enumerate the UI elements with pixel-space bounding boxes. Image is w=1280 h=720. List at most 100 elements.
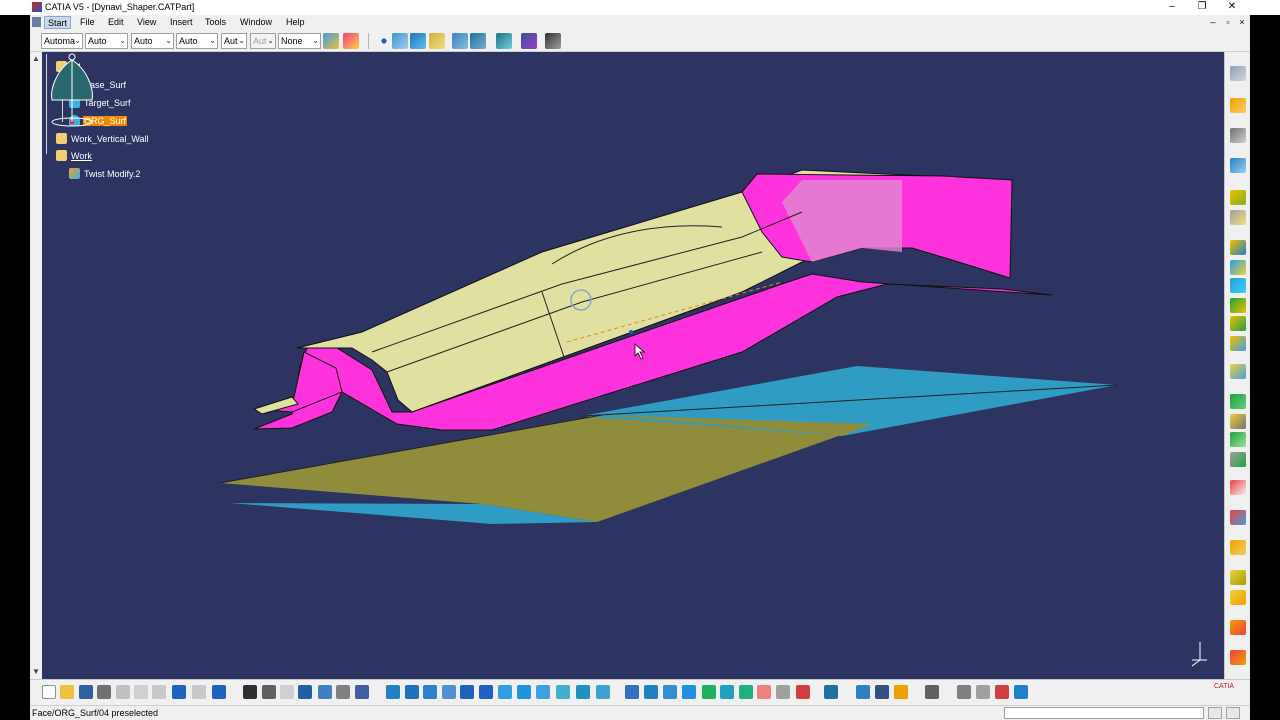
parameters-icon[interactable] <box>875 685 889 699</box>
tools-icon[interactable] <box>545 33 561 49</box>
rendering-style-combo[interactable]: Aut ⌄ <box>250 33 276 49</box>
box-icon[interactable] <box>1230 158 1246 173</box>
untrim-icon[interactable] <box>1230 364 1246 379</box>
surface-tool-icon[interactable] <box>429 33 445 49</box>
draft-analysis-icon[interactable] <box>1230 510 1246 525</box>
fly-mode-icon[interactable] <box>386 685 400 699</box>
zoom-in-icon[interactable] <box>460 685 474 699</box>
connect-checker-icon[interactable] <box>663 685 677 699</box>
reflection-lines-icon[interactable] <box>702 685 716 699</box>
render-icon[interactable] <box>957 685 971 699</box>
normal-view-icon[interactable] <box>498 685 512 699</box>
menu-view[interactable]: View <box>134 16 159 29</box>
translate-icon[interactable] <box>1230 540 1246 555</box>
axis-system-icon[interactable] <box>976 685 990 699</box>
sketch-icon[interactable] <box>1230 66 1246 81</box>
eraser-icon[interactable] <box>1014 685 1028 699</box>
select-icon[interactable] <box>1230 98 1246 113</box>
point-symbol-combo[interactable]: Aut ⌄ <box>221 33 247 49</box>
catalog-icon[interactable] <box>318 685 332 699</box>
menu-tools[interactable]: Tools <box>202 16 229 29</box>
restore-button[interactable]: ❐ <box>1186 0 1218 15</box>
fill-color-combo[interactable]: Automa ⌄ <box>41 33 83 49</box>
3d-scene[interactable] <box>42 52 1224 679</box>
copy-icon[interactable] <box>134 685 148 699</box>
capture-icon[interactable] <box>925 685 939 699</box>
operations-icon[interactable] <box>496 33 512 49</box>
tree-node-twist-modify-2[interactable]: Twist Modify.2 <box>69 167 141 181</box>
shape-icon[interactable] <box>452 33 468 49</box>
knowledge-icon[interactable] <box>521 33 537 49</box>
line-type-combo[interactable]: Auto ⌄ <box>176 33 218 49</box>
tree-node-work[interactable]: Work <box>56 149 93 163</box>
fill-icon[interactable] <box>1230 260 1246 275</box>
fit-all-icon[interactable] <box>405 685 419 699</box>
rule-icon[interactable] <box>355 685 369 699</box>
rotate-icon[interactable] <box>442 685 456 699</box>
tree-scrollbar[interactable]: ▲ ▼ <box>30 52 42 679</box>
shading-icon[interactable] <box>536 685 550 699</box>
sweep-icon[interactable] <box>1230 240 1246 255</box>
table-icon[interactable] <box>298 685 312 699</box>
compass-icon[interactable] <box>42 52 102 128</box>
offset-icon[interactable] <box>1230 210 1246 225</box>
blend-icon[interactable] <box>1230 298 1246 313</box>
curve-analysis-icon[interactable] <box>1230 480 1246 495</box>
command-input[interactable] <box>1004 707 1204 719</box>
minimize-button[interactable]: – <box>1156 0 1188 15</box>
swap-space-icon[interactable] <box>576 685 590 699</box>
zoom-out-icon[interactable] <box>479 685 493 699</box>
open-icon[interactable] <box>60 685 74 699</box>
mdi-minimize-button[interactable]: – <box>1208 16 1218 28</box>
layer-combo[interactable]: None ⌄ <box>278 33 321 49</box>
quick-compass-icon[interactable] <box>824 685 838 699</box>
split-icon[interactable] <box>1230 394 1246 409</box>
healing-icon[interactable] <box>1230 336 1246 351</box>
scaling-icon[interactable] <box>1230 590 1246 605</box>
reset-icon[interactable] <box>995 685 1009 699</box>
tree-node-work-vertical-wall[interactable]: Work_Vertical_Wall <box>56 132 150 146</box>
bulb-icon[interactable] <box>894 685 908 699</box>
scroll-up-icon[interactable]: ▲ <box>32 54 40 63</box>
command-history-button[interactable] <box>1226 707 1240 719</box>
scroll-down-icon[interactable]: ▼ <box>32 667 40 676</box>
affinity-icon[interactable] <box>1230 620 1246 635</box>
highlight-icon[interactable] <box>720 685 734 699</box>
line-thickness-combo[interactable]: Auto ⌄ <box>131 33 174 49</box>
menu-start[interactable]: Start <box>44 16 72 29</box>
curve-icon[interactable] <box>410 33 426 49</box>
extrude-icon[interactable] <box>1230 190 1246 205</box>
axis-to-axis-icon[interactable] <box>1230 650 1246 665</box>
menu-insert[interactable]: Insert <box>167 16 196 29</box>
spline-icon[interactable] <box>392 33 408 49</box>
extract-icon[interactable] <box>1230 452 1246 467</box>
isophotes-icon[interactable] <box>776 685 790 699</box>
save-icon[interactable] <box>79 685 93 699</box>
transparency-combo[interactable]: Auto ⌄ <box>85 33 128 49</box>
knowledge-advisor-icon[interactable] <box>856 685 870 699</box>
analysis-icon[interactable] <box>470 33 486 49</box>
lock-icon[interactable] <box>280 685 294 699</box>
analysis-tool-icon[interactable] <box>625 685 639 699</box>
whats-this-icon[interactable] <box>212 685 226 699</box>
join-icon[interactable] <box>1230 316 1246 331</box>
menu-window[interactable]: Window <box>237 16 275 29</box>
menu-edit[interactable]: Edit <box>105 16 127 29</box>
paste-icon[interactable] <box>152 685 166 699</box>
hide-show-icon[interactable] <box>556 685 570 699</box>
iso-view-icon[interactable] <box>517 685 531 699</box>
document-icon[interactable] <box>32 17 41 27</box>
measure-icon[interactable] <box>1230 128 1246 143</box>
multi-section-icon[interactable] <box>1230 278 1246 293</box>
mdi-close-button[interactable]: × <box>1237 16 1247 28</box>
3d-viewport[interactable]: 04 Base_Surf Target_Surf ORG_Surf Work_V… <box>42 52 1224 679</box>
macro-icon[interactable] <box>336 685 350 699</box>
deviation-icon[interactable] <box>644 685 658 699</box>
menu-file[interactable]: File <box>77 16 98 29</box>
view-mode-icon[interactable] <box>596 685 610 699</box>
undo-icon[interactable] <box>172 685 186 699</box>
print-icon[interactable] <box>97 685 111 699</box>
paint-brush-icon[interactable] <box>343 33 359 49</box>
light-source-icon[interactable] <box>796 685 810 699</box>
redo-icon[interactable] <box>192 685 206 699</box>
